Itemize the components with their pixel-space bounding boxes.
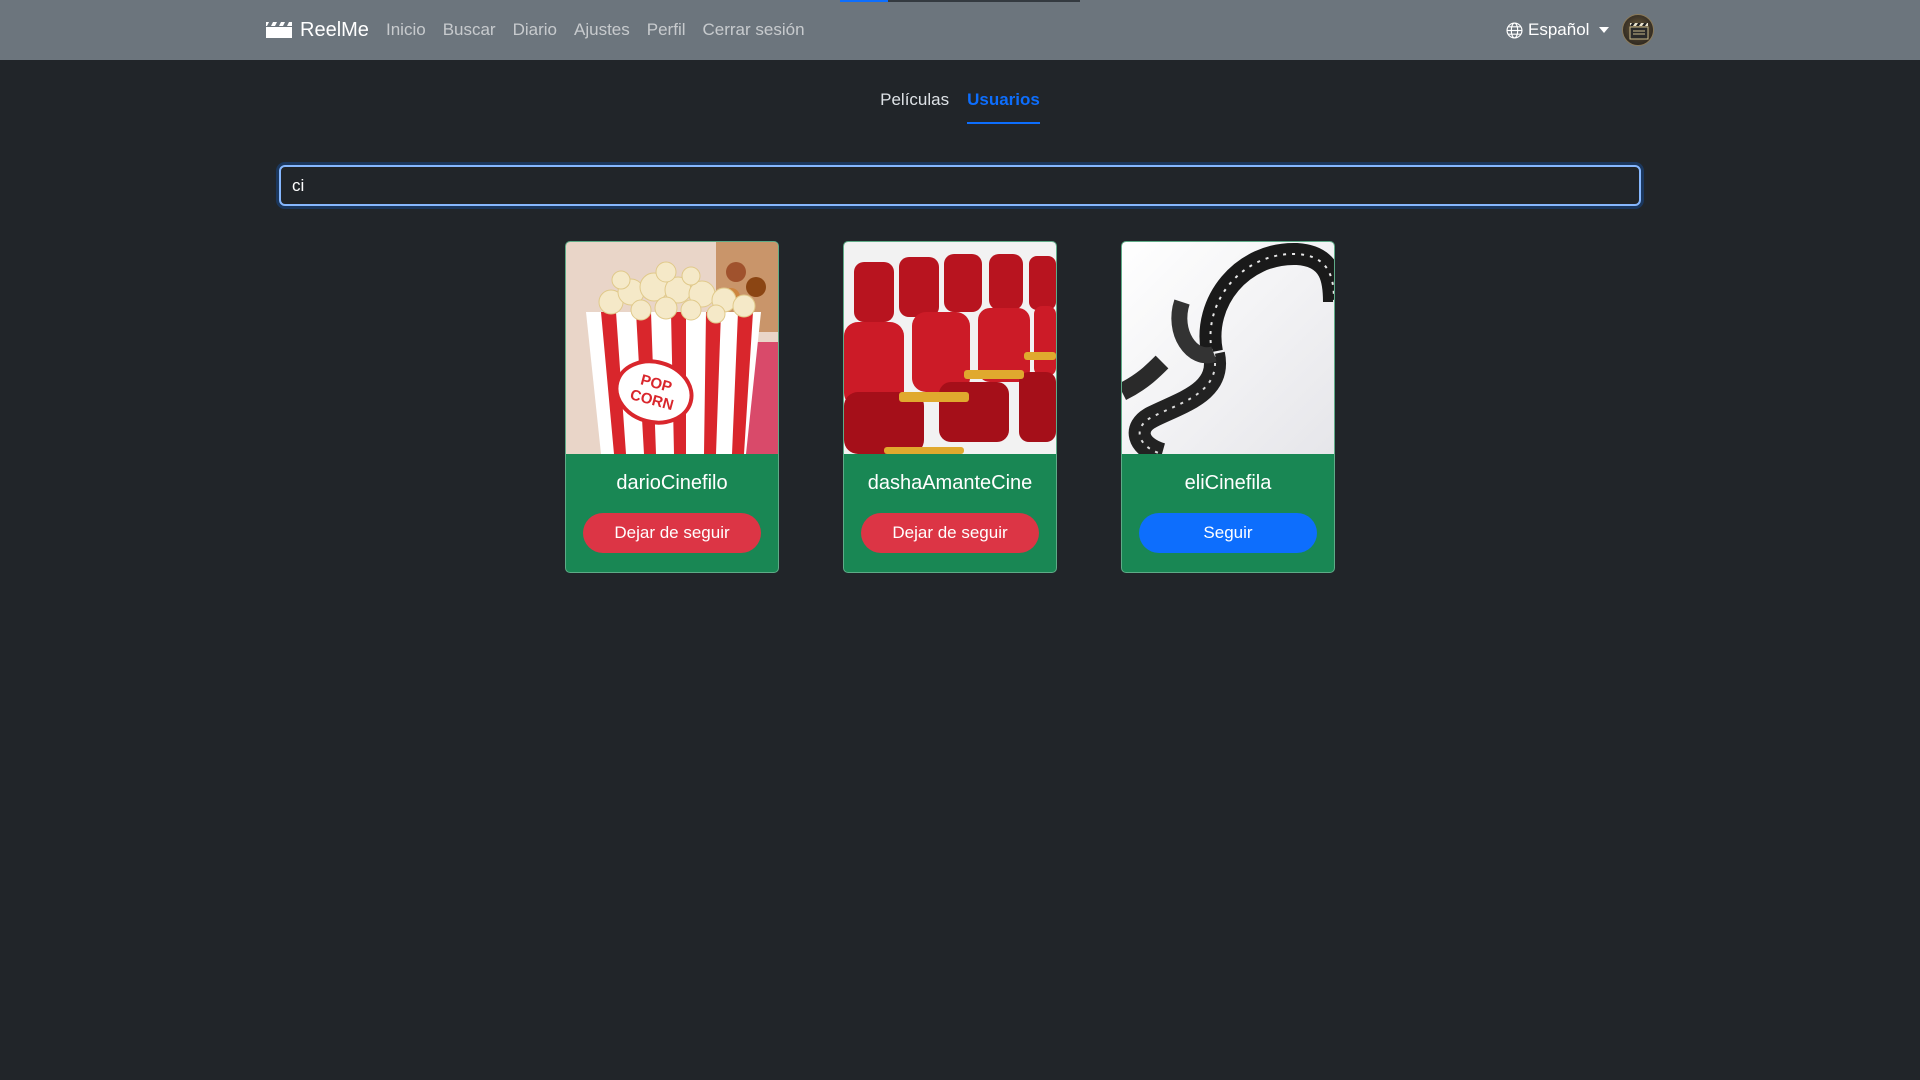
nav-inicio[interactable]: Inicio — [386, 20, 426, 40]
user-results: POP CORN darioCinefilo Dejar de seguir d… — [565, 241, 1335, 573]
username: eliCinefila — [1184, 472, 1272, 494]
tab-usuarios[interactable]: Usuarios — [967, 84, 1040, 124]
tab-peliculas[interactable]: Películas — [880, 84, 949, 124]
search-input[interactable] — [279, 165, 1641, 206]
nav-diario[interactable]: Diario — [513, 20, 557, 40]
nav-perfil[interactable]: Perfil — [647, 20, 686, 40]
loading-progress-bar — [840, 0, 1080, 2]
follow-button[interactable]: Seguir — [1139, 513, 1317, 553]
search-tabs: Películas Usuarios — [0, 84, 1920, 124]
main-nav: Inicio Buscar Diario Ajustes Perfil Cerr… — [386, 0, 822, 60]
user-card: dashaAmanteCine Dejar de seguir — [843, 241, 1057, 573]
user-card: eliCinefila Seguir — [1121, 241, 1335, 573]
unfollow-button[interactable]: Dejar de seguir — [583, 513, 761, 553]
popcorn-image: POP CORN — [566, 242, 778, 454]
brand-name: ReelMe — [300, 18, 369, 41]
loading-progress-fill — [840, 0, 888, 2]
language-label: Español — [1528, 20, 1590, 39]
nav-ajustes[interactable]: Ajustes — [574, 20, 630, 40]
user-card: POP CORN darioCinefilo Dejar de seguir — [565, 241, 779, 573]
avatar[interactable] — [1622, 14, 1654, 46]
username: dashaAmanteCine — [867, 472, 1033, 494]
film-reel-image — [1122, 242, 1334, 454]
globe-icon — [1506, 21, 1523, 39]
nav-buscar[interactable]: Buscar — [443, 20, 496, 40]
top-navbar: ReelMe Inicio Buscar Diario Ajustes Perf… — [0, 0, 1920, 60]
clapperboard-avatar-icon — [1629, 23, 1649, 40]
unfollow-button[interactable]: Dejar de seguir — [861, 513, 1039, 553]
chevron-down-icon — [1599, 27, 1610, 33]
clapperboard-icon — [266, 22, 292, 38]
brand-link[interactable]: ReelMe — [266, 14, 369, 46]
language-dropdown[interactable]: Español — [1506, 0, 1610, 60]
nav-cerrar-sesion[interactable]: Cerrar sesión — [703, 20, 805, 40]
username: darioCinefilo — [616, 472, 728, 494]
cinema-seats-image — [844, 242, 1056, 454]
